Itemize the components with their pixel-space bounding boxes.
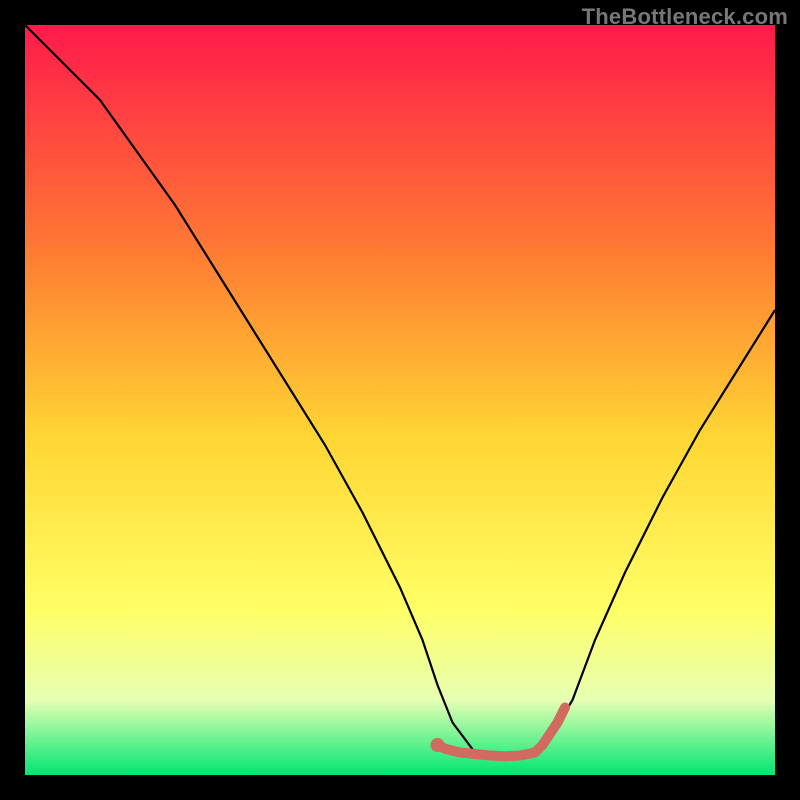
- optimal-dot: [431, 738, 445, 752]
- watermark-label: TheBottleneck.com: [582, 4, 788, 30]
- chart-svg: [25, 25, 775, 775]
- gradient-background: [25, 25, 775, 775]
- chart-frame: TheBottleneck.com: [0, 0, 800, 800]
- chart-plot-area: [25, 25, 775, 775]
